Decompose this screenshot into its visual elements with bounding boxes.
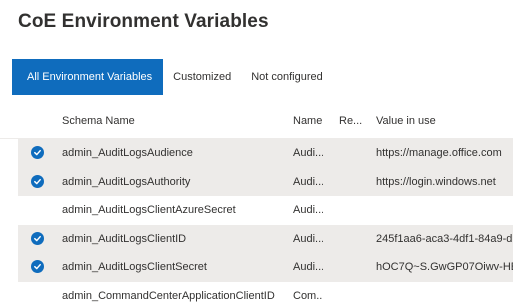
cell-name: Audi... [293, 175, 323, 188]
tab-bar: All Environment Variables Customized Not… [12, 59, 333, 95]
cell-value-in-use: 245f1aa6-aca3-4df1-84a9-d [376, 232, 513, 245]
cell-schema-name: admin_AuditLogsAuthority [62, 175, 191, 188]
row-checkmark-icon[interactable] [31, 260, 44, 273]
cell-name: Audi... [293, 147, 323, 159]
cell-name: Audi... [293, 261, 323, 273]
variables-grid: Schema Name Name Re... Value in use admi… [0, 103, 513, 308]
grid-header: Schema Name Name Re... Value in use [0, 103, 513, 139]
page-title: CoE Environment Variables [18, 11, 269, 32]
tab-customized[interactable]: Customized [163, 59, 241, 95]
grid-body: admin_AuditLogsAudience Audi... https://… [0, 139, 513, 308]
column-header-value-in-use[interactable]: Value in use [376, 115, 436, 127]
cell-value-in-use: https://login.windows.net [376, 175, 496, 188]
cell-schema-name: admin_AuditLogsAudience [62, 147, 193, 159]
cell-schema-name: admin_CommandCenterApplicationClientID [62, 289, 275, 302]
cell-schema-name: admin_AuditLogsClientID [62, 232, 187, 245]
cell-value-in-use: https://manage.office.com [376, 147, 502, 159]
cell-value-in-use: hOC7Q~S.GwGP07Oiwv-HE [376, 261, 513, 273]
cell-name: Audi... [293, 232, 323, 245]
column-header-name[interactable]: Name [293, 115, 322, 127]
table-row[interactable]: admin_CommandCenterApplicationClientID C… [0, 282, 513, 308]
cell-name: Audi... [293, 204, 323, 216]
row-checkmark-icon[interactable] [31, 146, 44, 159]
cell-schema-name: admin_AuditLogsClientAzureSecret [62, 204, 236, 216]
table-row[interactable]: admin_AuditLogsClientID Audi... 245f1aa6… [18, 224, 513, 253]
column-header-required[interactable]: Re... [339, 115, 362, 127]
table-row[interactable]: admin_AuditLogsClientSecret Audi... hOC7… [18, 253, 513, 282]
cell-name: Com... [293, 289, 323, 302]
table-row[interactable]: admin_AuditLogsClientAzureSecret Audi... [0, 196, 513, 225]
column-header-schema-name[interactable]: Schema Name [62, 115, 135, 127]
tab-all-environment-variables[interactable]: All Environment Variables [12, 59, 164, 95]
row-checkmark-icon[interactable] [31, 231, 44, 245]
cell-schema-name: admin_AuditLogsClientSecret [62, 261, 207, 273]
table-row[interactable]: admin_AuditLogsAudience Audi... https://… [18, 139, 513, 168]
table-row[interactable]: admin_AuditLogsAuthority Audi... https:/… [18, 167, 513, 196]
tab-not-configured[interactable]: Not configured [241, 59, 333, 95]
row-checkmark-icon[interactable] [31, 174, 44, 188]
page: CoE Environment Variables All Environmen… [0, 0, 513, 308]
